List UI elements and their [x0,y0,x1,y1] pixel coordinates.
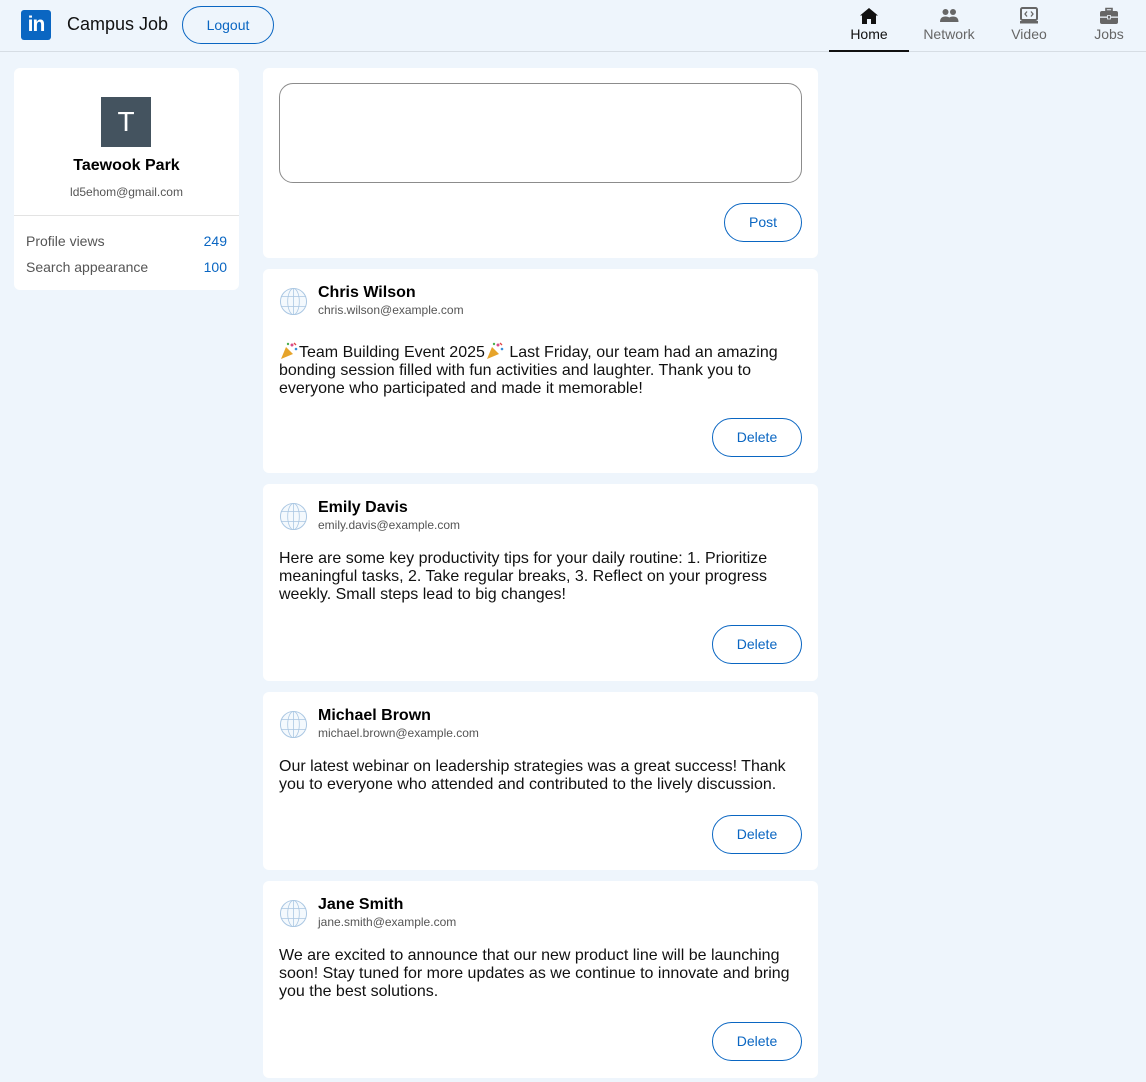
network-icon [940,9,959,22]
party-popper-icon [486,342,504,359]
jobs-icon [1100,7,1118,24]
delete-post-button[interactable]: Delete [712,625,802,664]
stat-label: Search appearance [26,259,149,275]
post-card: Michael Brown michael.brown@example.com … [263,692,818,870]
post-author-name: Emily Davis [318,499,408,516]
nav-label-jobs: Jobs [1094,26,1124,42]
stat-label: Profile views [26,233,105,249]
profile-avatar: T [101,97,151,147]
top-nav-bar: in Campus Job Logout Home Network Video [0,0,1146,52]
post-button[interactable]: Post [724,203,802,242]
post-headline: Team Building Event 2025 [299,344,485,361]
nav-item-network[interactable]: Network [909,0,989,52]
post-compose-input[interactable] [279,83,802,183]
globe-avatar-icon [279,899,308,928]
globe-avatar-icon [279,502,308,531]
profile-divider [14,215,239,216]
post-card: Chris Wilson chris.wilson@example.com Te… [263,269,818,473]
nav-label-network: Network [923,26,975,42]
post-body: We are excited to announce that our new … [279,947,790,1000]
profile-name: Taewook Park [73,157,180,174]
stat-value: 249 [203,233,227,249]
post-body: Here are some key productivity tips for … [279,550,768,603]
compose-card: Post [263,68,818,258]
profile-email: ld5ehom@gmail.com [70,185,183,199]
post-author-email: emily.davis@example.com [318,518,461,532]
stat-search-appearance[interactable]: Search appearance 100 [26,259,227,275]
delete-post-button[interactable]: Delete [712,418,802,457]
nav-label-home: Home [850,26,888,42]
nav-item-jobs[interactable]: Jobs [1069,0,1146,52]
linkedin-logo-icon[interactable]: in [21,10,51,40]
post-author-name: Jane Smith [318,896,404,913]
video-icon [1020,7,1038,24]
globe-avatar-icon [279,287,308,316]
post-author-email: jane.smith@example.com [318,915,457,929]
post-body: Our latest webinar on leadership strateg… [279,758,786,793]
delete-post-button[interactable]: Delete [712,1022,802,1061]
post-author-name: Michael Brown [318,707,431,724]
stat-value: 100 [203,259,227,275]
home-icon [860,8,878,24]
nav-label-video: Video [1011,26,1047,42]
post-card: Emily Davis emily.davis@example.com Here… [263,484,818,681]
party-popper-icon [281,342,298,359]
logout-button[interactable]: Logout [182,6,274,44]
stat-profile-views[interactable]: Profile views 249 [26,233,227,249]
post-author-email: chris.wilson@example.com [318,303,464,317]
post-body: Team Building Event 2025 Last Friday, ou… [279,342,799,398]
profile-card: T Taewook Park ld5ehom@gmail.com Profile… [14,68,239,290]
post-author-name: Chris Wilson [318,284,416,301]
nav-item-home[interactable]: Home [829,0,909,52]
post-card: Jane Smith jane.smith@example.com We are… [263,881,818,1078]
post-author-email: michael.brown@example.com [318,726,479,740]
app-title: Campus Job [67,14,169,34]
delete-post-button[interactable]: Delete [712,815,802,854]
nav-item-video[interactable]: Video [989,0,1069,52]
globe-avatar-icon [279,710,308,739]
